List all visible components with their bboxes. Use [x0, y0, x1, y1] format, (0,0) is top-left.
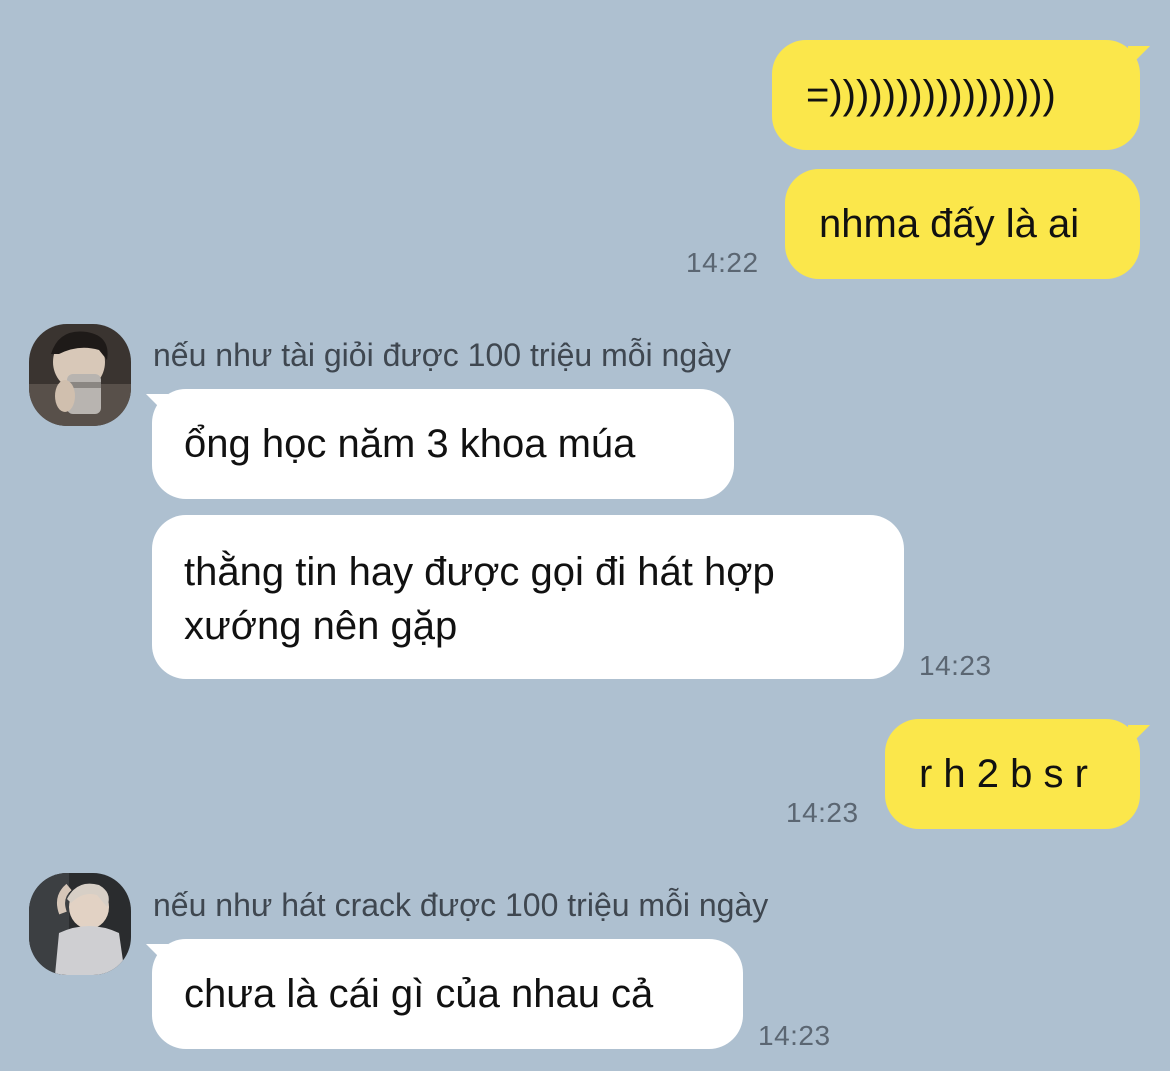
message-text: nhma đấy là ai: [819, 202, 1080, 246]
message-text: ổng học năm 3 khoa múa: [184, 422, 636, 466]
bubble-tail: [1128, 725, 1150, 747]
message-text: r h 2 b s r: [919, 752, 1088, 796]
sender-name[interactable]: nếu như tài giỏi được 100 triệu mỗi ngày: [153, 337, 731, 374]
message-text-line: xướng nên gặp: [184, 604, 458, 648]
my-message-bubble[interactable]: r h 2 b s r: [885, 719, 1140, 829]
chat-view[interactable]: =))))))))))))))))) nhma đấy là ai 14:22 …: [0, 0, 1170, 1071]
bubble-tail: [1128, 46, 1150, 68]
message-text: =))))))))))))))))): [806, 73, 1056, 117]
message-text-line: thằng tin hay được gọi đi hát hợp: [184, 550, 775, 594]
profile-photo-avatar: [29, 324, 131, 426]
message-timestamp: 14:22: [686, 247, 759, 278]
my-message-bubble[interactable]: nhma đấy là ai: [785, 169, 1140, 279]
their-message-bubble[interactable]: chưa là cái gì của nhau cả: [152, 939, 743, 1049]
sender-avatar[interactable]: [29, 873, 131, 975]
sender-avatar[interactable]: [29, 324, 131, 426]
my-message-bubble[interactable]: =))))))))))))))))): [772, 40, 1140, 150]
message-timestamp: 14:23: [919, 650, 992, 681]
message-timestamp: 14:23: [786, 797, 859, 828]
their-message-bubble[interactable]: thằng tin hay được gọi đi hát hợp xướng …: [152, 515, 904, 679]
sender-name[interactable]: nếu như hát crack được 100 triệu mỗi ngà…: [153, 887, 768, 924]
their-message-bubble[interactable]: ổng học năm 3 khoa múa: [152, 389, 734, 499]
message-timestamp: 14:23: [758, 1020, 831, 1051]
message-text: chưa là cái gì của nhau cả: [184, 972, 654, 1016]
profile-photo-avatar: [29, 873, 131, 975]
